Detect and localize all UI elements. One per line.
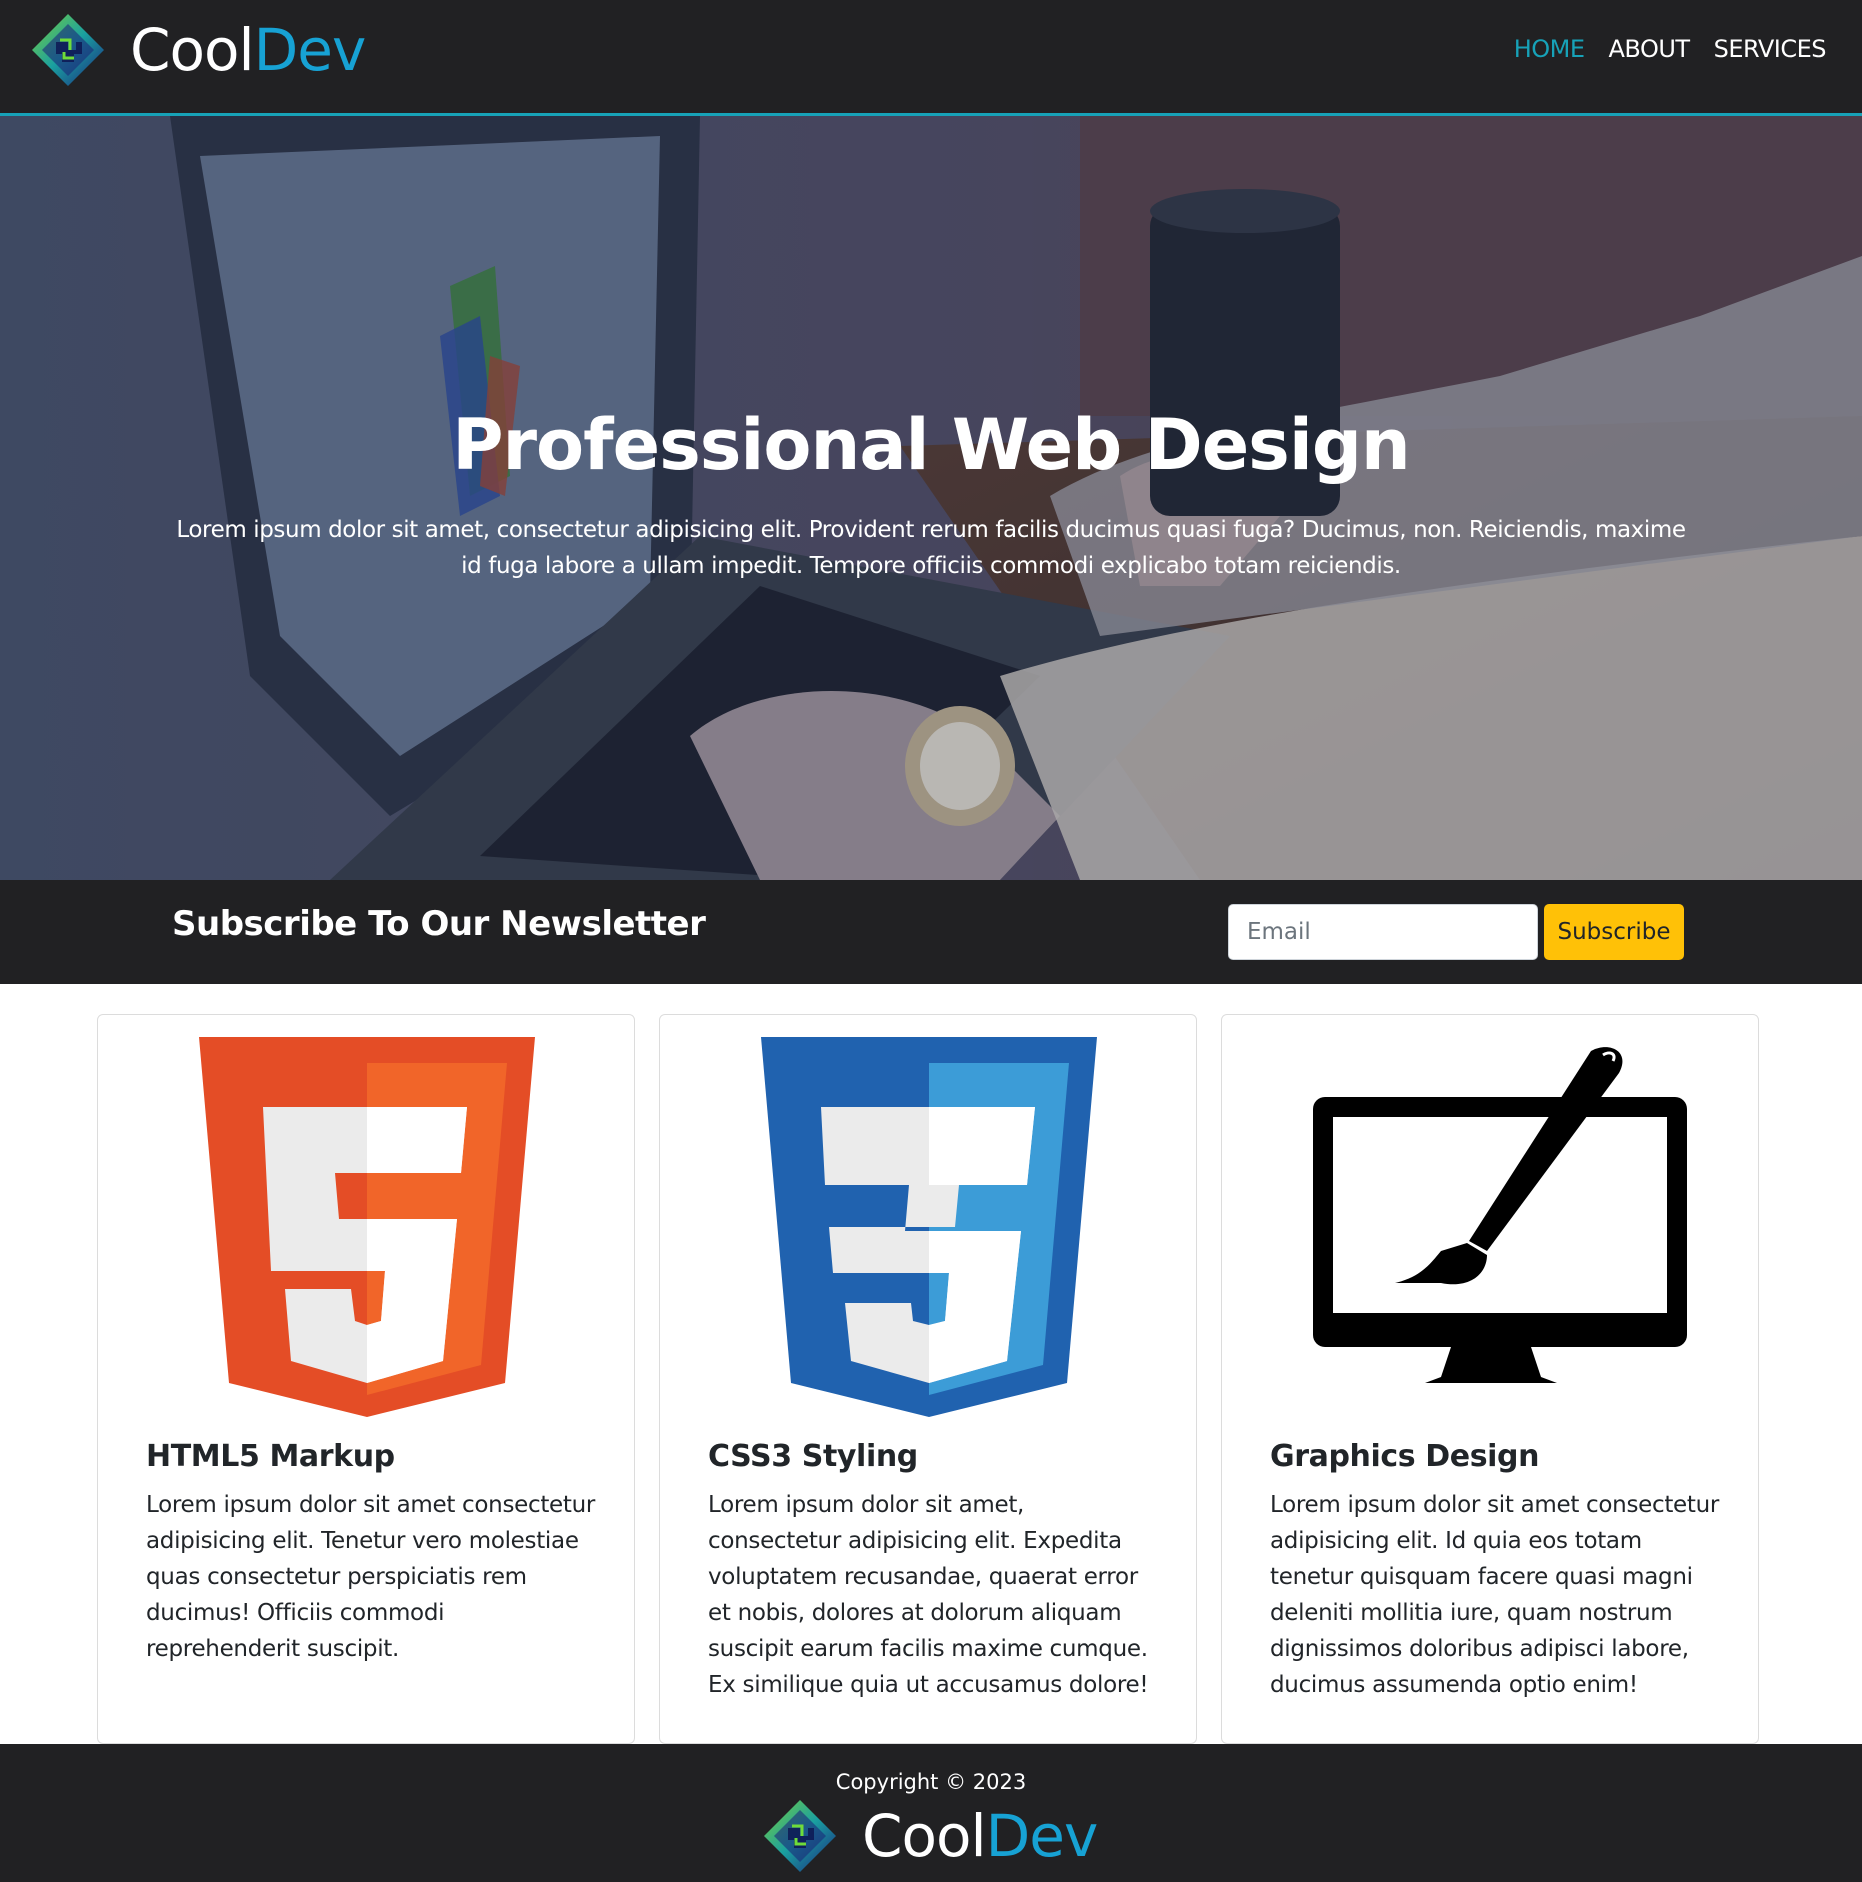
subscribe-button[interactable]: Subscribe <box>1544 904 1684 960</box>
card-title: Graphics Design <box>1270 1439 1540 1474</box>
brand-name: CoolDev <box>130 21 366 79</box>
nav-link-about[interactable]: ABOUT <box>1609 35 1691 63</box>
logo-icon <box>764 1800 836 1872</box>
brand-name-part2: Dev <box>985 1802 1099 1870</box>
navbar: CoolDev HOME ABOUT SERVICES <box>0 0 1862 116</box>
card-text: Lorem ipsum dolor sit amet consectetur a… <box>146 1492 596 1662</box>
brand-logo-link[interactable]: CoolDev <box>30 12 366 88</box>
footer-brand: CoolDev <box>762 1798 1098 1874</box>
card-text: Lorem ipsum dolor sit amet, consectetur … <box>708 1492 1149 1698</box>
card-title: CSS3 Styling <box>708 1439 918 1474</box>
footer: Copyright © 2023 CoolDev <box>0 1744 1862 1882</box>
newsletter-title: Subscribe To Our Newsletter <box>172 904 706 944</box>
email-input[interactable] <box>1228 904 1538 960</box>
nav-link-home[interactable]: HOME <box>1514 35 1585 63</box>
card-title: HTML5 Markup <box>146 1439 395 1474</box>
footer-brand-name: CoolDev <box>862 1807 1098 1865</box>
card-html5: HTML5 Markup Lorem ipsum dolor sit amet … <box>97 1014 635 1744</box>
card-css3: CSS3 Styling Lorem ipsum dolor sit amet,… <box>659 1014 1197 1744</box>
html5-logo-icon <box>199 1037 535 1417</box>
hero-showcase: Professional Web Design Lorem ipsum dolo… <box>0 116 1862 880</box>
card-text: Lorem ipsum dolor sit amet consectetur a… <box>1270 1492 1720 1698</box>
css3-logo-icon <box>761 1037 1097 1417</box>
brand-name-part1: Cool <box>130 16 255 84</box>
card-graphics-design: Graphics Design Lorem ipsum dolor sit am… <box>1221 1014 1759 1744</box>
newsletter-section: Subscribe To Our Newsletter Subscribe <box>0 880 1862 984</box>
main-nav: HOME ABOUT SERVICES <box>1514 35 1827 63</box>
hero-description: Lorem ipsum dolor sit amet, consectetur … <box>176 517 1686 579</box>
copyright-text: Copyright © 2023 <box>835 1770 1027 1794</box>
brand-name-part1: Cool <box>862 1802 987 1870</box>
hero-background-image <box>0 116 1862 880</box>
logo-icon <box>32 14 104 86</box>
hero-title: Professional Web Design <box>452 404 1411 486</box>
brand-name-part2: Dev <box>253 16 367 84</box>
nav-link-services[interactable]: SERVICES <box>1714 35 1827 63</box>
monitor-paintbrush-icon <box>1313 1047 1687 1383</box>
